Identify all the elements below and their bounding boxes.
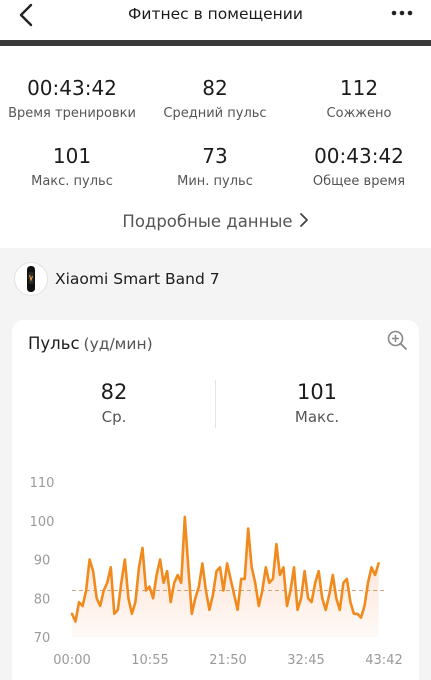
more-options-icon[interactable] bbox=[389, 2, 415, 22]
y-tick-label: 80 bbox=[34, 592, 51, 607]
x-tick-label: 43:42 bbox=[365, 653, 402, 668]
stat-label: Мин. пульс bbox=[177, 174, 253, 189]
stat-value: 82 bbox=[202, 76, 228, 100]
stat-label: Средний пульс bbox=[163, 106, 267, 121]
x-tick-label: 21:50 bbox=[209, 653, 246, 668]
band-avatar bbox=[14, 262, 48, 296]
stat-label: Сожжено bbox=[326, 106, 392, 121]
stat-value: 00:43:42 bbox=[27, 76, 117, 100]
chevron-right-icon bbox=[299, 213, 308, 227]
x-tick-label: 32:45 bbox=[287, 653, 324, 668]
stat-value: 73 bbox=[202, 144, 228, 168]
smart-band-icon bbox=[27, 266, 35, 292]
stat-workout-time: 00:43:42 Время тренировки bbox=[2, 76, 142, 121]
y-tick-label: 110 bbox=[30, 476, 55, 491]
page-title: Фитнес в помещении bbox=[128, 5, 303, 23]
y-tick-label: 70 bbox=[34, 631, 51, 646]
workout-summary: 00:43:42 Время тренировки 82 Средний пул… bbox=[0, 46, 431, 248]
detailed-data-label: Подробные данные bbox=[122, 212, 293, 231]
y-tick-label: 100 bbox=[30, 515, 55, 530]
stat-total-time: 00:43:42 Общее время bbox=[289, 144, 429, 189]
device-name: Xiaomi Smart Band 7 bbox=[55, 270, 220, 288]
x-tick-label: 10:55 bbox=[131, 653, 168, 668]
stat-label: Макс. пульс bbox=[31, 174, 113, 189]
stat-max-pulse: 101 Макс. пульс bbox=[2, 144, 142, 189]
stat-value: 101 bbox=[52, 144, 92, 168]
stat-calories: 112 Сожжено bbox=[289, 76, 429, 121]
stat-label: Общее время bbox=[312, 174, 406, 189]
x-tick-label: 00:00 bbox=[53, 653, 90, 668]
y-tick-label: 90 bbox=[34, 554, 51, 569]
stat-value: 00:43:42 bbox=[314, 144, 404, 168]
heart-rate-chart: 70 80 90 100 110 00:00 10:55 21:50 32:45 43:42 bbox=[30, 476, 403, 668]
detailed-data-link[interactable]: Подробные данные bbox=[0, 212, 431, 231]
stat-label: Время тренировки bbox=[8, 106, 136, 121]
heart-rate-card: Пульс (уд/мин) 82 Ср. 101 Макс. 70 80 90 100… bbox=[12, 320, 419, 680]
device-row[interactable]: Xiaomi Smart Band 7 bbox=[0, 250, 431, 312]
stat-min-pulse: 73 Мин. пульс bbox=[145, 144, 285, 189]
stat-avg-pulse: 82 Средний пульс bbox=[145, 76, 285, 121]
stat-value: 112 bbox=[339, 76, 379, 100]
top-bar: Фитнес в помещении bbox=[0, 0, 431, 42]
